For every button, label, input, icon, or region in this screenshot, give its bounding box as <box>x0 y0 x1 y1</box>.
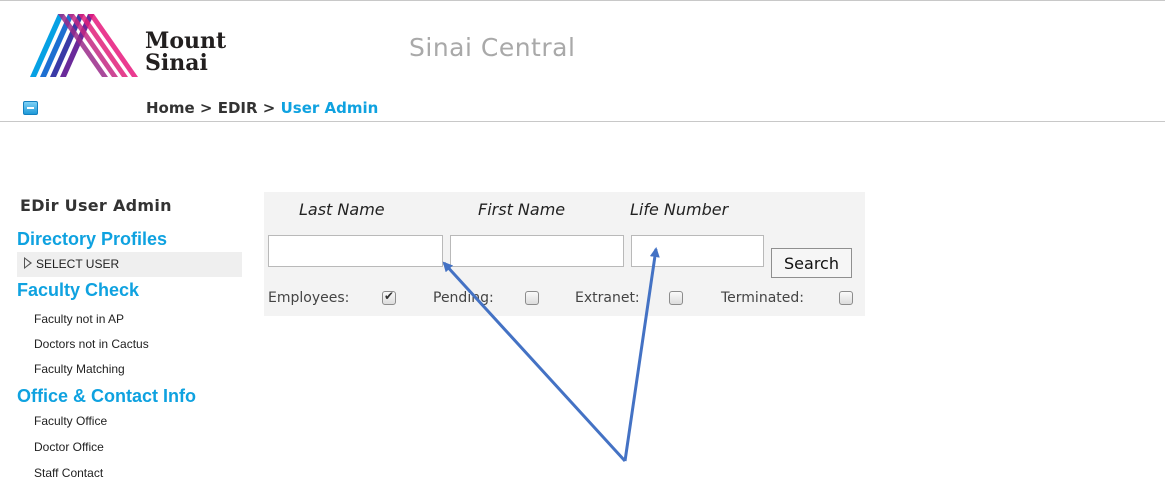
annotation-arrows <box>442 247 660 463</box>
arrow-to-life-number <box>623 247 660 462</box>
arrow-to-last-name <box>442 261 627 463</box>
